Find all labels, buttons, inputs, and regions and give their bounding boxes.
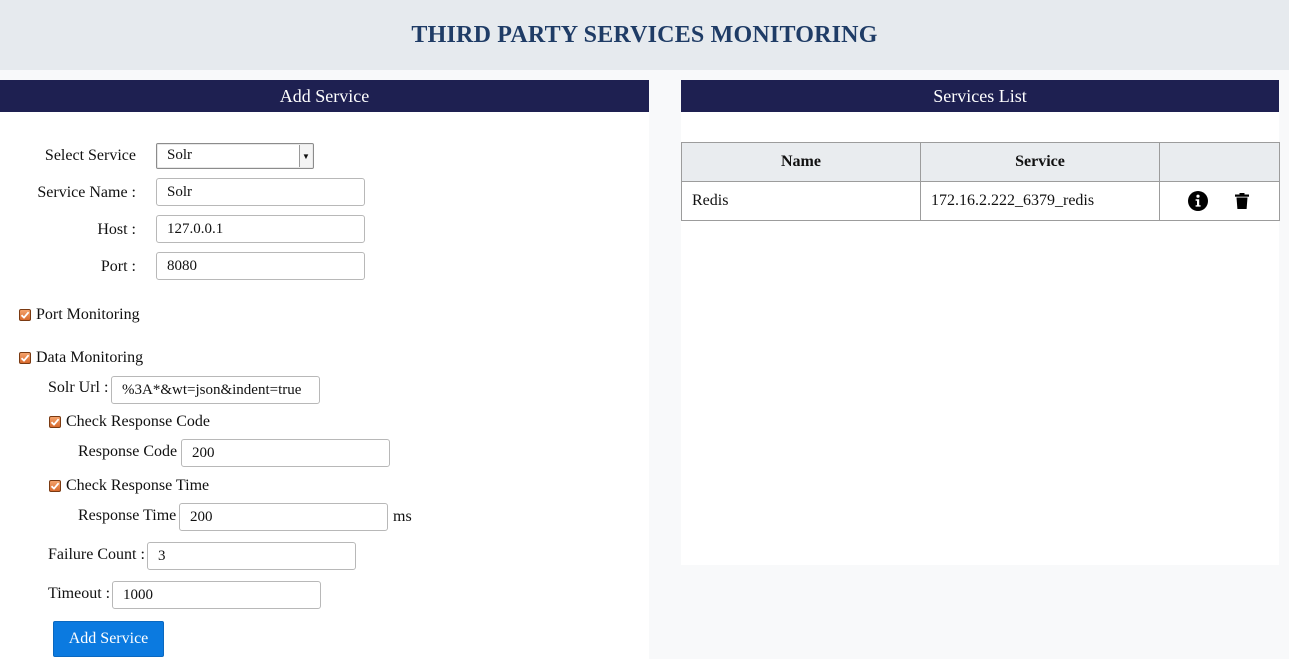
data-monitoring-label: Data Monitoring (36, 349, 144, 366)
failure-count-label: Failure Count : (48, 546, 145, 563)
failure-count-input[interactable] (147, 542, 356, 570)
add-service-button[interactable]: Add Service (53, 621, 164, 657)
timeout-input[interactable] (112, 581, 321, 609)
column-header-service: Service (920, 142, 1160, 182)
services-list-panel: Services List Name Service Redis 172.16.… (681, 80, 1280, 565)
host-input[interactable] (156, 215, 365, 243)
select-service-dropdown[interactable]: Solr ▼ (156, 143, 314, 169)
solr-url-input[interactable] (111, 376, 320, 404)
port-label: Port : (100, 258, 136, 275)
column-header-name: Name (681, 142, 921, 182)
services-table: Name Service Redis 172.16.2.222_6379_red… (681, 142, 1280, 221)
response-time-unit: ms (393, 508, 412, 525)
service-name-input[interactable] (156, 178, 365, 206)
chevron-down-icon: ▼ (299, 145, 312, 167)
port-monitoring-label: Port Monitoring (36, 306, 140, 323)
check-icon (20, 354, 30, 362)
data-monitoring-checkbox[interactable] (19, 352, 31, 364)
column-header-actions (1159, 142, 1280, 182)
page-title: THIRD PARTY SERVICES MONITORING (411, 21, 878, 48)
select-service-label: Select Service (44, 147, 136, 164)
add-service-panel-title: Add Service (0, 80, 649, 112)
port-input[interactable] (156, 252, 365, 280)
response-code-label: Response Code (78, 443, 178, 460)
check-response-time-checkbox[interactable] (49, 480, 61, 492)
select-service-value: Solr (167, 147, 193, 163)
row-actions-cell (1159, 181, 1280, 221)
response-time-input[interactable] (179, 503, 388, 531)
table-row: Redis 172.16.2.222_6379_redis (681, 181, 1280, 221)
response-time-label: Response Time (78, 507, 177, 524)
check-response-code-checkbox[interactable] (49, 416, 61, 428)
port-monitoring-checkbox[interactable] (19, 309, 31, 321)
host-label: Host : (97, 221, 136, 238)
add-service-panel: Add Service Select Service Solr ▼ Servic… (0, 80, 649, 659)
table-header-row: Name Service (681, 142, 1280, 182)
row-service-cell: 172.16.2.222_6379_redis (920, 181, 1160, 221)
check-icon (50, 418, 60, 426)
service-name-label: Service Name : (37, 184, 136, 201)
solr-url-label: Solr Url : (48, 379, 109, 396)
page-header: THIRD PARTY SERVICES MONITORING (0, 0, 1289, 70)
timeout-label: Timeout : (48, 585, 111, 602)
check-icon (20, 311, 30, 319)
row-name-cell: Redis (681, 181, 921, 221)
check-response-time-label: Check Response Time (66, 477, 210, 494)
services-list-panel-title: Services List (681, 80, 1279, 112)
trash-icon[interactable] (1231, 190, 1253, 212)
response-code-input[interactable] (181, 439, 390, 467)
check-response-code-label: Check Response Code (66, 413, 210, 430)
check-icon (50, 482, 60, 490)
info-icon[interactable] (1187, 190, 1209, 212)
